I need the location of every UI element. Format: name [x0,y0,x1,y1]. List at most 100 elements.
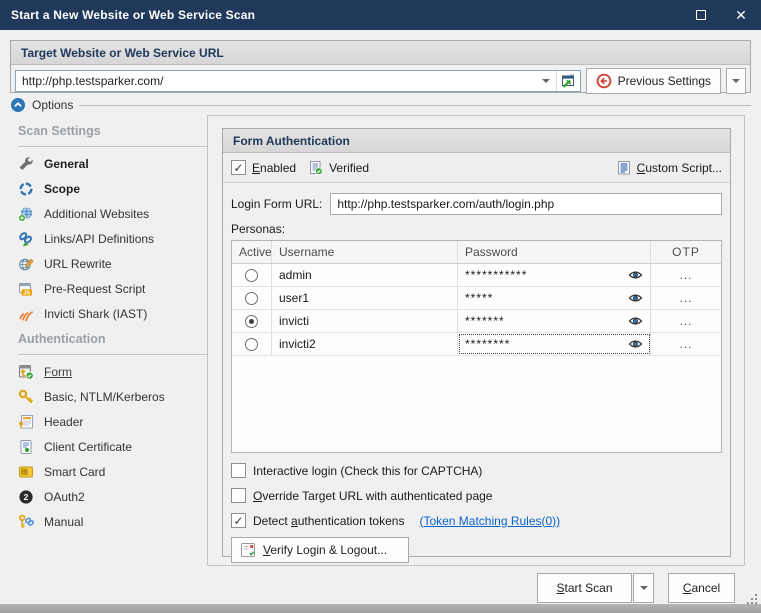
sidebar-item-label: Smart Card [44,465,105,479]
close-icon: ✕ [735,8,747,22]
cancel-button[interactable]: Cancel [668,573,735,603]
active-radio[interactable] [245,269,258,282]
username-cell[interactable]: invicti [272,310,458,332]
active-radio[interactable] [245,315,258,328]
start-scan-dialog: Start a New Website or Web Service Scan … [0,0,761,613]
detect-tokens-checkbox[interactable] [231,513,246,528]
header-key-icon [18,414,34,430]
sidebar-item-label: URL Rewrite [44,257,112,271]
active-radio[interactable] [245,292,258,305]
username-cell[interactable]: invicti2 [272,333,458,355]
sidebar-item-label: Basic, NTLM/Kerberos [44,390,165,404]
sidebar-item-client-certificate[interactable]: Client Certificate [10,434,207,459]
sidebar-item-label: Additional Websites [44,207,149,221]
show-password-icon[interactable] [628,339,643,349]
password-cell[interactable]: ***** [458,287,651,309]
oauth2-icon: 2 [18,489,34,505]
smart-card-icon [18,464,34,480]
interactive-login-checkbox[interactable] [231,463,246,478]
close-button[interactable]: ✕ [721,0,761,30]
chevron-down-icon[interactable] [542,79,550,83]
verify-login-logout-button[interactable]: Verify Login & Logout... [231,537,409,563]
previous-settings-button[interactable]: Previous Settings [586,68,721,94]
username-cell[interactable]: user1 [272,287,458,309]
form-auth-header: Form Authentication [223,129,730,153]
chevron-down-icon [640,586,648,590]
previous-settings-icon [596,73,612,89]
token-matching-rules-link[interactable]: (Token Matching Rules(0)) [419,514,560,528]
start-scan-dropdown[interactable] [633,573,654,603]
chevron-down-icon [732,79,740,83]
password-cell-focused[interactable]: ******** [458,333,651,355]
maximize-button[interactable] [681,0,721,30]
target-url-combobox[interactable]: http://php.testsparker.com/ [15,70,581,92]
personas-label: Personas: [223,215,730,240]
otp-button[interactable]: ... [651,264,721,286]
open-in-browser-button[interactable] [556,71,580,91]
options-header[interactable]: Options [10,96,751,114]
show-password-icon[interactable] [628,270,643,280]
options-divider [79,105,751,106]
target-url-value[interactable]: http://php.testsparker.com/ [16,74,536,88]
verified-indicator[interactable]: Verified [308,160,369,176]
sidebar-item-additional-websites[interactable]: Additional Websites [10,201,207,226]
custom-script-icon [616,160,632,176]
sidebar-item-label: General [44,157,89,171]
password-cell[interactable]: ******* [458,310,651,332]
form-auth-title: Form Authentication [233,134,350,148]
start-scan-label: Start Scan [556,581,612,595]
target-url-group: Target Website or Web Service URL http:/… [10,40,751,93]
globe-plus-icon [18,206,34,222]
otp-button[interactable]: ... [651,333,721,355]
sidebar-item-label: Invicti Shark (IAST) [44,307,147,321]
sidebar-item-header[interactable]: Header [10,409,207,434]
manual-key-icon [18,514,34,530]
col-header-otp: OTP [651,241,721,263]
sidebar-item-basic-ntlm[interactable]: Basic, NTLM/Kerberos [10,384,207,409]
username-cell[interactable]: admin [272,264,458,286]
sidebar-item-label: Form [44,365,72,379]
sidebar-item-pre-request-script[interactable]: JS Pre-Request Script [10,276,207,301]
custom-script-button[interactable]: Custom Script... [616,160,722,176]
sidebar-item-label: OAuth2 [44,490,85,504]
collapse-chevron-icon[interactable] [10,97,26,113]
override-target-checkbox[interactable] [231,488,246,503]
background-window-strip [0,604,761,613]
sidebar-item-smart-card[interactable]: Smart Card [10,459,207,484]
verify-login-label: Verify Login & Logout... [263,543,387,557]
enabled-label[interactable]: Enabled [252,161,296,175]
otp-button[interactable]: ... [651,287,721,309]
sidebar-item-scope[interactable]: Scope [10,176,207,201]
sidebar-item-label: Client Certificate [44,440,132,454]
personas-table-empty-area [232,356,721,452]
show-password-icon[interactable] [628,316,643,326]
maximize-icon [696,10,706,20]
sidebar-item-oauth2[interactable]: 2 OAuth2 [10,484,207,509]
otp-button[interactable]: ... [651,310,721,332]
scan-settings-section-header: Scan Settings [10,118,207,144]
verified-label: Verified [329,161,369,175]
sidebar-item-label: Scope [44,182,80,196]
sidebar-item-links-api[interactable]: Links/API Definitions [10,226,207,251]
sidebar-item-form[interactable]: Form [10,359,207,384]
override-target-row: Override Target URL with authenticated p… [223,488,730,503]
login-form-url-input[interactable]: http://php.testsparker.com/auth/login.ph… [330,193,722,215]
sidebar-item-manual[interactable]: Manual [10,509,207,534]
login-form-url-row: Login Form URL: http://php.testsparker.c… [223,183,730,215]
sidebar-item-general[interactable]: General [10,151,207,176]
enabled-checkbox[interactable] [231,160,246,175]
start-scan-button[interactable]: Start Scan [537,573,632,603]
active-radio[interactable] [245,338,258,351]
sidebar-item-invicti-shark[interactable]: Invicti Shark (IAST) [10,301,207,326]
title-bar: Start a New Website or Web Service Scan … [0,0,761,30]
password-cell[interactable]: *********** [458,264,651,286]
show-password-icon[interactable] [628,293,643,303]
divider [18,146,207,147]
previous-settings-dropdown[interactable] [726,68,746,94]
previous-settings-label: Previous Settings [618,74,711,88]
link-icon [18,231,34,247]
sidebar-item-url-rewrite[interactable]: URL Rewrite [10,251,207,276]
target-url-group-title: Target Website or Web Service URL [21,46,224,60]
resize-grip[interactable] [745,592,757,604]
form-auth-icon [18,364,34,380]
